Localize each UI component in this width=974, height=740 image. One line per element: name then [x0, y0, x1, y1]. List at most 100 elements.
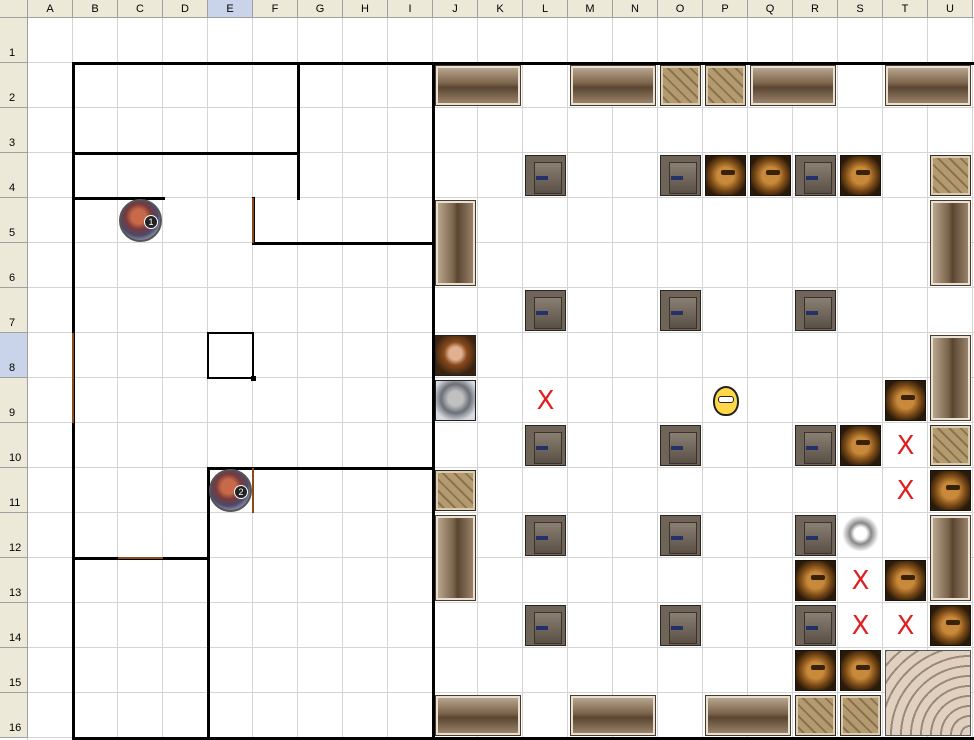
- column-header-m[interactable]: M: [568, 0, 613, 18]
- grid-line-vertical: [792, 18, 793, 740]
- column-header-p[interactable]: P: [703, 0, 748, 18]
- dwarf-enemy[interactable]: [795, 650, 836, 691]
- dwarf-enemy[interactable]: [930, 470, 971, 511]
- stool[interactable]: [525, 515, 566, 556]
- stool[interactable]: [795, 290, 836, 331]
- row-header-15[interactable]: 15: [0, 648, 28, 693]
- row-header-4[interactable]: 4: [0, 153, 28, 198]
- crate[interactable]: [930, 155, 971, 196]
- bench-horizontal[interactable]: [570, 695, 656, 736]
- row-header-12[interactable]: 12: [0, 513, 28, 558]
- column-header-f[interactable]: F: [253, 0, 298, 18]
- column-header-r[interactable]: R: [793, 0, 838, 18]
- row-header-1[interactable]: 1: [0, 18, 28, 63]
- stool[interactable]: [660, 155, 701, 196]
- bench-horizontal[interactable]: [885, 65, 971, 106]
- bench-vertical[interactable]: [435, 515, 476, 601]
- crate[interactable]: [795, 695, 836, 736]
- column-header-o[interactable]: O: [658, 0, 703, 18]
- bench-vertical[interactable]: [930, 335, 971, 421]
- npc-head-icon: [712, 385, 739, 416]
- bench-horizontal[interactable]: [750, 65, 836, 106]
- column-header-d[interactable]: D: [163, 0, 208, 18]
- dwarf-enemy[interactable]: [840, 650, 881, 691]
- stool[interactable]: [795, 605, 836, 646]
- grid-line-vertical: [387, 18, 388, 740]
- dwarf-enemy[interactable]: [930, 605, 971, 646]
- row-header-6[interactable]: 6: [0, 243, 28, 288]
- stool[interactable]: [795, 515, 836, 556]
- column-header-n[interactable]: N: [613, 0, 658, 18]
- column-header-u[interactable]: U: [928, 0, 973, 18]
- grid-line-vertical: [747, 18, 748, 740]
- row-header-14[interactable]: 14: [0, 603, 28, 648]
- man-portrait[interactable]: [435, 380, 476, 421]
- column-header-e[interactable]: E: [208, 0, 253, 18]
- row-header-7[interactable]: 7: [0, 288, 28, 333]
- stool[interactable]: [525, 290, 566, 331]
- crate[interactable]: [840, 695, 881, 736]
- bench-horizontal[interactable]: [435, 695, 521, 736]
- npc-character[interactable]: [705, 380, 746, 421]
- dwarf-enemy[interactable]: [885, 380, 926, 421]
- column-header-h[interactable]: H: [343, 0, 388, 18]
- selected-cell[interactable]: [207, 332, 256, 381]
- column-header-i[interactable]: I: [388, 0, 433, 18]
- stool[interactable]: [660, 425, 701, 466]
- column-header-g[interactable]: G: [298, 0, 343, 18]
- bench-vertical[interactable]: [435, 200, 476, 286]
- dwarf-enemy[interactable]: [750, 155, 791, 196]
- dwarf-enemy[interactable]: [840, 155, 881, 196]
- stool[interactable]: [660, 290, 701, 331]
- x-marker: X: [896, 430, 915, 461]
- column-header-c[interactable]: C: [118, 0, 163, 18]
- column-header-k[interactable]: K: [478, 0, 523, 18]
- column-header-b[interactable]: B: [73, 0, 118, 18]
- row-header-3[interactable]: 3: [0, 108, 28, 153]
- dwarf-enemy[interactable]: [885, 560, 926, 601]
- dwarf-enemy[interactable]: [705, 155, 746, 196]
- column-header-l[interactable]: L: [523, 0, 568, 18]
- stool[interactable]: [795, 155, 836, 196]
- bench-vertical[interactable]: [930, 515, 971, 601]
- crate[interactable]: [435, 470, 476, 511]
- dwarf-enemy[interactable]: [840, 425, 881, 466]
- bench-horizontal[interactable]: [570, 65, 656, 106]
- hero-token-1[interactable]: 1: [119, 199, 162, 242]
- bench-horizontal[interactable]: [705, 695, 791, 736]
- stool[interactable]: [525, 155, 566, 196]
- grid-line-vertical: [162, 18, 163, 740]
- column-header-a[interactable]: A: [28, 0, 73, 18]
- row-header-8[interactable]: 8: [0, 333, 28, 378]
- grid-line-vertical: [657, 18, 658, 740]
- bench-vertical[interactable]: [930, 200, 971, 286]
- stool[interactable]: [525, 605, 566, 646]
- x-marker: X: [896, 475, 915, 506]
- column-header-j[interactable]: J: [433, 0, 478, 18]
- row-header-9[interactable]: 9: [0, 378, 28, 423]
- column-header-s[interactable]: S: [838, 0, 883, 18]
- select-all-corner[interactable]: [0, 0, 28, 18]
- row-header-2[interactable]: 2: [0, 63, 28, 108]
- stool[interactable]: [660, 605, 701, 646]
- row-header-10[interactable]: 10: [0, 423, 28, 468]
- wolf-icon[interactable]: [840, 515, 881, 556]
- row-header-11[interactable]: 11: [0, 468, 28, 513]
- woman-portrait[interactable]: [435, 335, 476, 376]
- stool[interactable]: [795, 425, 836, 466]
- crate[interactable]: [930, 425, 971, 466]
- hero-token-2[interactable]: 2: [209, 469, 252, 512]
- column-header-q[interactable]: Q: [748, 0, 793, 18]
- wall-segment: [207, 467, 435, 470]
- column-header-t[interactable]: T: [883, 0, 928, 18]
- row-header-5[interactable]: 5: [0, 198, 28, 243]
- row-header-13[interactable]: 13: [0, 558, 28, 603]
- dwarf-enemy[interactable]: [795, 560, 836, 601]
- crate[interactable]: [705, 65, 746, 106]
- row-header-16[interactable]: 16: [0, 693, 28, 738]
- stool[interactable]: [660, 515, 701, 556]
- stairs[interactable]: [885, 650, 971, 736]
- stool[interactable]: [525, 425, 566, 466]
- crate[interactable]: [660, 65, 701, 106]
- bench-horizontal[interactable]: [435, 65, 521, 106]
